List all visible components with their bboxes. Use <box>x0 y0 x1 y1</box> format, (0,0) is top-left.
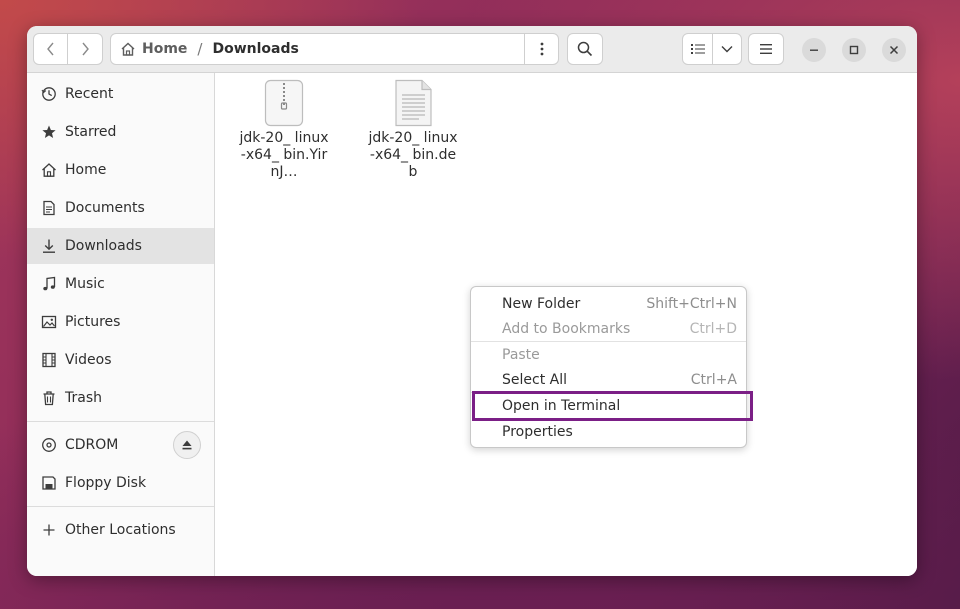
menu-item-shortcut: Shift+Ctrl+N <box>646 295 737 312</box>
file-item[interactable]: jdk-20_ linux-x64_ bin.YirnJ… <box>239 79 329 181</box>
sidebar-item-label: CDROM <box>65 437 119 453</box>
sidebar-item-trash[interactable]: Trash <box>27 380 214 416</box>
sidebar-separator <box>27 421 214 422</box>
home-icon <box>121 42 135 56</box>
plus-icon <box>40 521 58 539</box>
sidebar-item-label: Starred <box>65 124 117 140</box>
menu-item-label: Open in Terminal <box>502 397 621 414</box>
path-home-button[interactable]: Home <box>111 41 187 57</box>
sidebar-item-label: Floppy Disk <box>65 475 147 491</box>
maximize-button[interactable] <box>842 38 866 62</box>
sidebar-separator <box>27 506 214 507</box>
file-name: jdk-20_ linux-x64_ bin.deb <box>368 130 458 180</box>
file-item[interactable]: jdk-20_ linux-x64_ bin.deb <box>368 79 458 181</box>
sidebar-item-documents[interactable]: Documents <box>27 190 214 226</box>
sidebar-item-downloads[interactable]: Downloads <box>27 228 214 264</box>
menu-item-select-all[interactable]: Select All Ctrl+A <box>471 367 746 392</box>
sidebar-item-label: Trash <box>65 390 102 406</box>
menu-item-label: Add to Bookmarks <box>502 320 631 337</box>
sidebar-item-pictures[interactable]: Pictures <box>27 304 214 340</box>
sidebar: Recent Starred Home Documents Downloads … <box>27 73 215 576</box>
film-icon <box>40 351 58 369</box>
context-menu: New Folder Shift+Ctrl+N Add to Bookmarks… <box>470 286 747 448</box>
disc-icon <box>40 436 58 454</box>
vertical-ellipsis-icon <box>540 42 543 56</box>
sidebar-item-label: Home <box>65 162 107 178</box>
path-menu-button[interactable] <box>524 34 558 64</box>
close-button[interactable] <box>882 38 906 62</box>
zip-archive-icon <box>264 79 304 127</box>
sidebar-item-label: Music <box>65 276 105 292</box>
minimize-button[interactable] <box>802 38 826 62</box>
list-view-icon <box>690 44 705 54</box>
hamburger-menu-icon <box>760 44 772 54</box>
music-note-icon <box>40 275 58 293</box>
trash-icon <box>40 389 58 407</box>
chevron-down-icon <box>721 46 733 53</box>
menu-item-label: New Folder <box>502 295 581 312</box>
menu-item-new-folder[interactable]: New Folder Shift+Ctrl+N <box>471 291 746 316</box>
home-icon <box>40 161 58 179</box>
search-button[interactable] <box>567 33 603 65</box>
eject-button[interactable] <box>173 431 201 459</box>
menu-item-shortcut: Ctrl+A <box>690 371 737 388</box>
download-icon <box>40 237 58 255</box>
menu-item-properties[interactable]: Properties <box>471 419 746 444</box>
list-view-button[interactable] <box>683 34 714 64</box>
sidebar-item-floppy-disk[interactable]: Floppy Disk <box>27 465 214 501</box>
menu-item-label: Paste <box>502 346 540 363</box>
view-options-dropdown[interactable] <box>713 34 741 64</box>
menu-item-label: Properties <box>502 423 573 440</box>
chevron-right-icon <box>82 42 89 56</box>
maximize-icon <box>849 45 859 55</box>
menu-item-add-to-bookmarks[interactable]: Add to Bookmarks Ctrl+D <box>471 316 746 341</box>
path-separator: / <box>197 40 203 58</box>
picture-icon <box>40 313 58 331</box>
text-document-icon <box>395 79 432 127</box>
file-name: jdk-20_ linux-x64_ bin.YirnJ… <box>239 130 329 180</box>
sidebar-item-label: Documents <box>65 200 145 216</box>
menu-item-label: Select All <box>502 371 567 388</box>
sidebar-item-other-locations[interactable]: Other Locations <box>27 512 214 548</box>
sidebar-item-label: Videos <box>65 352 112 368</box>
sidebar-item-label: Other Locations <box>65 522 176 538</box>
sidebar-item-music[interactable]: Music <box>27 266 214 302</box>
navigation-buttons <box>33 33 103 65</box>
sidebar-item-recent[interactable]: Recent <box>27 76 214 112</box>
sidebar-item-starred[interactable]: Starred <box>27 114 214 150</box>
sidebar-item-videos[interactable]: Videos <box>27 342 214 378</box>
document-icon <box>40 199 58 217</box>
minimize-icon <box>810 49 818 51</box>
clock-icon <box>40 85 58 103</box>
back-button[interactable] <box>34 34 69 64</box>
eject-icon <box>182 440 192 450</box>
sidebar-item-label: Pictures <box>65 314 121 330</box>
path-bar: Home / Downloads <box>110 33 559 65</box>
path-current-folder[interactable]: Downloads <box>212 41 298 57</box>
sidebar-item-label: Recent <box>65 86 114 102</box>
sidebar-item-home[interactable]: Home <box>27 152 214 188</box>
forward-button[interactable] <box>68 34 102 64</box>
view-toggle-group <box>682 33 742 65</box>
close-icon <box>889 45 899 55</box>
search-icon <box>577 41 593 57</box>
star-icon <box>40 123 58 141</box>
menu-item-shortcut: Ctrl+D <box>689 320 737 337</box>
menu-item-open-in-terminal[interactable]: Open in Terminal <box>471 393 746 418</box>
chevron-left-icon <box>46 42 54 56</box>
header-bar: Home / Downloads <box>27 26 917 73</box>
path-home-label: Home <box>142 41 188 57</box>
sidebar-item-label: Downloads <box>65 238 142 254</box>
floppy-icon <box>40 474 58 492</box>
main-menu-button[interactable] <box>748 33 784 65</box>
menu-item-paste[interactable]: Paste <box>471 342 746 367</box>
